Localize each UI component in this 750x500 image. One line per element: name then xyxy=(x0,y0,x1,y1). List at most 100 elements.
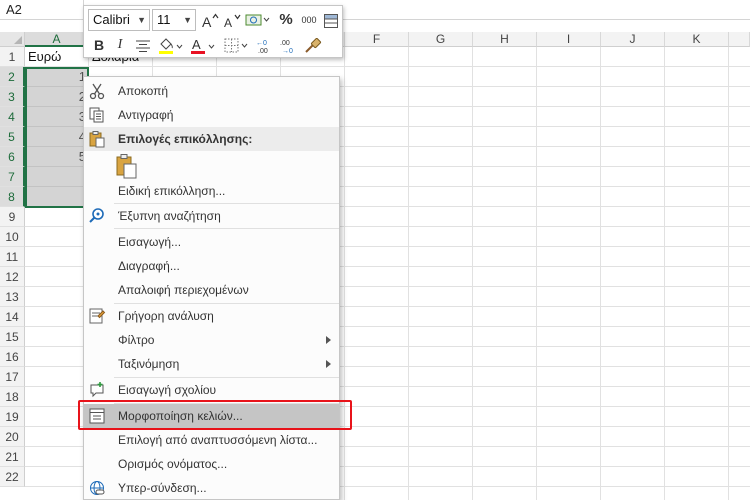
font-name-value: Calibri xyxy=(93,12,130,27)
row-header-4[interactable]: 4 xyxy=(0,107,25,127)
menu-label: Έξυπνη αναζήτηση xyxy=(118,209,221,223)
increase-font-size-button[interactable]: A xyxy=(200,9,220,31)
scissors-icon xyxy=(89,83,105,100)
menu-item-sort[interactable]: Ταξινόμηση xyxy=(84,352,339,376)
menu-item-smart-lookup[interactable]: Έξυπνη αναζήτηση xyxy=(84,204,339,228)
column-header-k[interactable]: K xyxy=(665,32,729,47)
format-table-button[interactable] xyxy=(321,9,341,31)
row-header-9[interactable]: 9 xyxy=(0,207,25,227)
decrease-font-size-button[interactable]: A xyxy=(222,9,242,31)
column-header-h[interactable]: H xyxy=(473,32,537,47)
row-header-19[interactable]: 19 xyxy=(0,407,25,427)
row-header-8[interactable]: 8 xyxy=(0,187,25,207)
menu-label: Γρήγορη ανάλυση xyxy=(118,309,214,323)
row-header-1[interactable]: 1 xyxy=(0,47,25,67)
row-header-6[interactable]: 6 xyxy=(0,147,25,167)
row-header-12[interactable]: 12 xyxy=(0,267,25,287)
increase-decimal-icon: ←0.00 xyxy=(256,40,268,55)
row-header-16[interactable]: 16 xyxy=(0,347,25,367)
row-header-2[interactable]: 2 xyxy=(0,67,25,87)
format-painter-button[interactable] xyxy=(302,34,324,56)
svg-text:A: A xyxy=(192,37,201,52)
name-box[interactable]: A2 xyxy=(0,0,84,20)
menu-item-define-name[interactable]: Ορισμός ονόματος... xyxy=(84,452,339,476)
row-header-3[interactable]: 3 xyxy=(0,87,25,107)
column-header-i[interactable]: I xyxy=(537,32,601,47)
column-header-f[interactable]: F xyxy=(345,32,409,47)
bold-button[interactable]: B xyxy=(89,34,109,56)
borders-button[interactable] xyxy=(222,34,252,56)
paste-icon xyxy=(116,154,137,179)
fill-color-button[interactable] xyxy=(156,34,186,56)
comma-style-button[interactable]: 000 xyxy=(298,9,320,31)
formula-bar[interactable] xyxy=(342,0,750,20)
italic-button[interactable]: I xyxy=(110,34,130,56)
copy-icon xyxy=(89,107,104,123)
align-center-button[interactable] xyxy=(132,34,154,56)
menu-item-filter[interactable]: Φίλτρο xyxy=(84,328,339,352)
menu-label: Αντιγραφή xyxy=(118,108,174,122)
menu-label: Ειδική επικόλληση... xyxy=(118,184,226,198)
svg-text:→0: →0 xyxy=(282,48,293,54)
svg-text:.00: .00 xyxy=(258,48,268,54)
column-header-g[interactable]: G xyxy=(409,32,473,47)
menu-item-insert-comment[interactable]: Εισαγωγή σχολίου xyxy=(84,378,339,402)
menu-item-paste-special[interactable]: Ειδική επικόλληση... xyxy=(84,179,339,203)
row-header-11[interactable]: 11 xyxy=(0,247,25,267)
increase-decimal-button[interactable]: ←0.00 xyxy=(254,34,276,56)
percent-style-button[interactable]: % xyxy=(276,9,296,31)
cell-a1[interactable]: Ευρώ xyxy=(25,47,89,67)
row-header-14[interactable]: 14 xyxy=(0,307,25,327)
chevron-down-icon: ▼ xyxy=(137,15,146,25)
comment-icon xyxy=(90,382,104,398)
menu-label: Φίλτρο xyxy=(118,333,155,347)
accounting-format-button[interactable] xyxy=(244,9,272,31)
font-size-box[interactable]: 11 ▼ xyxy=(152,9,196,31)
menu-label: Διαγραφή... xyxy=(118,259,180,273)
selection-range[interactable] xyxy=(25,67,89,208)
svg-text:←0: ←0 xyxy=(256,40,267,47)
quick-analysis-icon xyxy=(89,308,106,324)
menu-item-insert[interactable]: Εισαγωγή... xyxy=(84,230,339,254)
menu-item-cut[interactable]: Αποκοπή xyxy=(84,79,339,103)
decrease-decimal-button[interactable]: .00 →0 xyxy=(278,34,300,56)
menu-item-delete[interactable]: Διαγραφή... xyxy=(84,254,339,278)
row-header-20[interactable]: 20 xyxy=(0,427,25,447)
column-header-a[interactable]: A xyxy=(25,32,89,47)
row-header-7[interactable]: 7 xyxy=(0,167,25,187)
row-header-21[interactable]: 21 xyxy=(0,447,25,467)
column-header-j[interactable]: J xyxy=(601,32,665,47)
menu-item-copy[interactable]: Αντιγραφή xyxy=(84,103,339,127)
font-name-box[interactable]: Calibri ▼ xyxy=(88,9,150,31)
menu-item-pick-from-list[interactable]: Επιλογή από αναπτυσσόμενη λίστα... xyxy=(84,428,339,452)
table-format-icon xyxy=(324,13,338,28)
menu-header-paste-options: Επιλογές επικόλλησης: xyxy=(84,127,339,151)
menu-item-quick-analysis[interactable]: Γρήγορη ανάλυση xyxy=(84,304,339,328)
align-center-icon xyxy=(136,40,150,52)
select-all-triangle-icon xyxy=(14,36,22,44)
menu-item-hyperlink[interactable]: Υπερ-σύνδεση... xyxy=(84,476,339,500)
select-all-button[interactable] xyxy=(0,32,25,47)
svg-text:A: A xyxy=(224,16,232,29)
row-header-18[interactable]: 18 xyxy=(0,387,25,407)
paste-button[interactable] xyxy=(114,153,140,181)
clipboard-icon xyxy=(89,131,105,148)
accounting-format-icon xyxy=(245,14,270,26)
hyperlink-icon xyxy=(90,481,105,495)
font-size-value: 11 xyxy=(157,12,171,27)
row-header-15[interactable]: 15 xyxy=(0,327,25,347)
decrease-font-icon: A xyxy=(224,14,241,30)
row-header-13[interactable]: 13 xyxy=(0,287,25,307)
submenu-arrow-icon xyxy=(326,360,331,368)
font-color-icon: A xyxy=(191,37,215,54)
format-painter-icon xyxy=(305,37,322,53)
context-menu: Αποκοπή Αντιγραφή Επιλογές επικόλλησης: … xyxy=(83,76,340,500)
font-color-button[interactable]: A xyxy=(188,34,218,56)
menu-item-clear-contents[interactable]: Απαλοιφή περιεχομένων xyxy=(84,278,339,302)
row-header-22[interactable]: 22 xyxy=(0,467,25,487)
row-header-5[interactable]: 5 xyxy=(0,127,25,147)
menu-label: Επιλογές επικόλλησης: xyxy=(118,132,253,146)
row-header-17[interactable]: 17 xyxy=(0,367,25,387)
svg-text:A: A xyxy=(202,14,212,29)
row-header-10[interactable]: 10 xyxy=(0,227,25,247)
